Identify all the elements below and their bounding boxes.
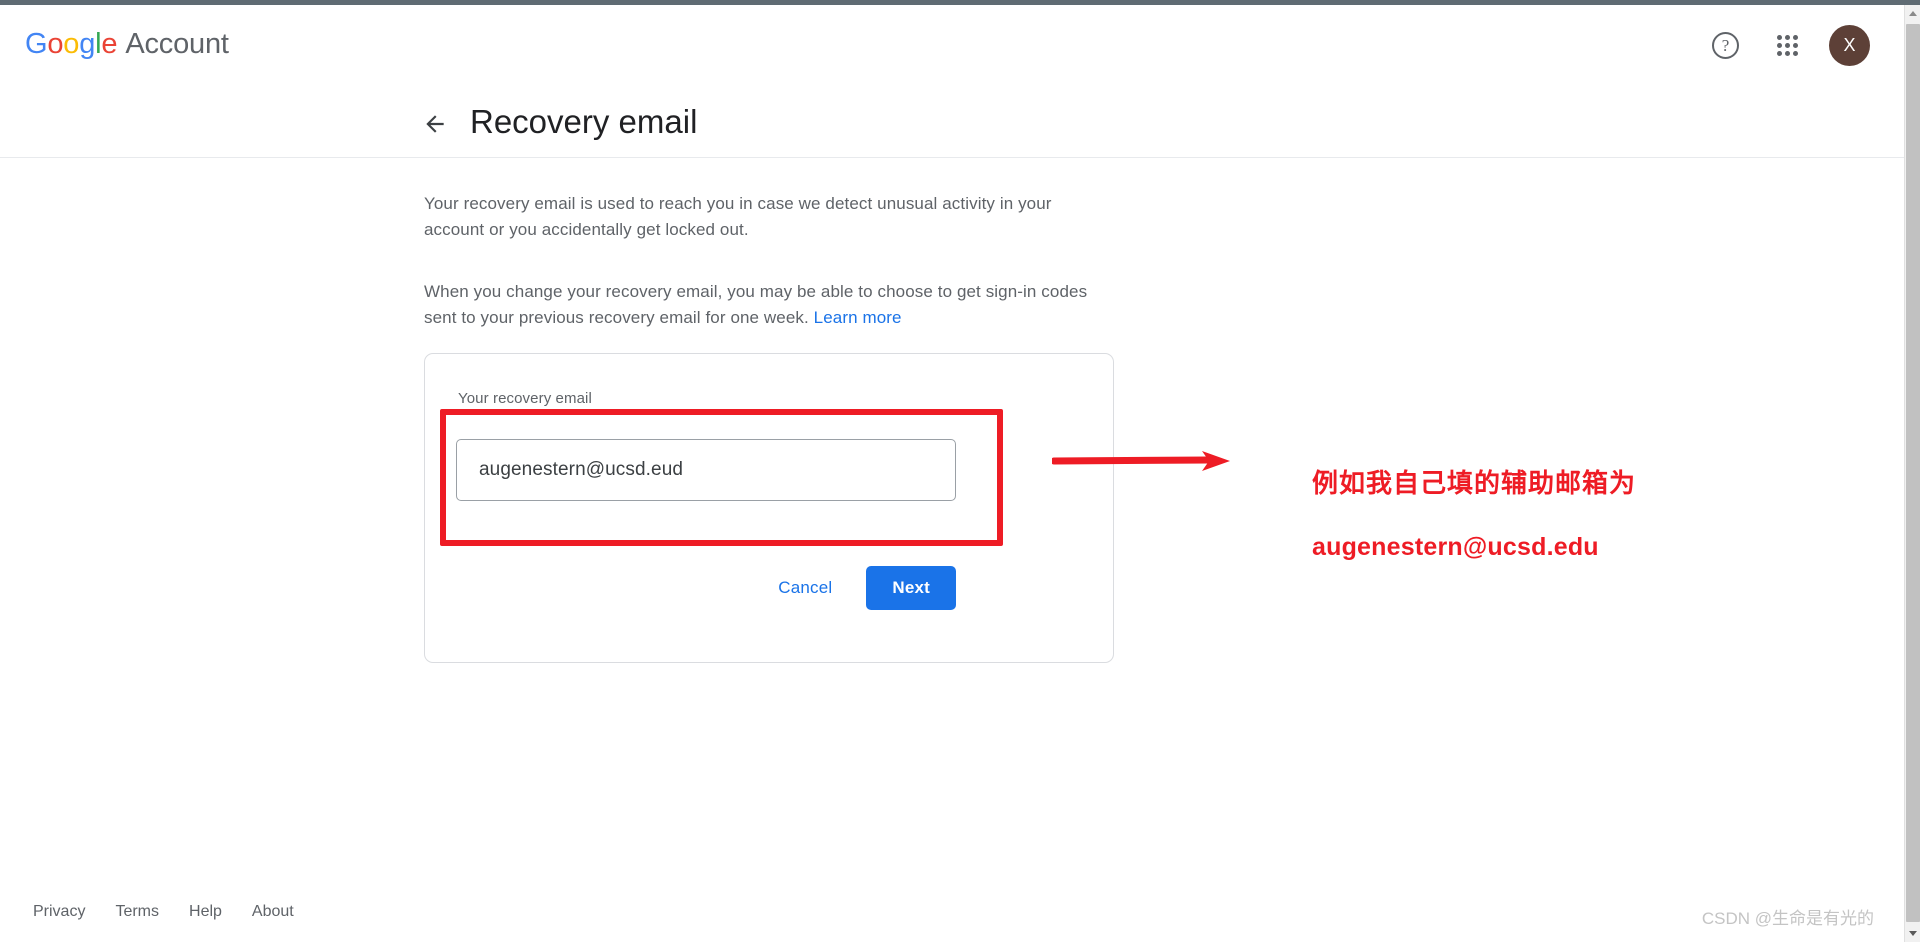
annotation-text-line-2: augenestern@ucsd.edu: [1312, 533, 1599, 561]
recovery-email-input[interactable]: [456, 439, 956, 501]
logo-letter-g2: g: [79, 28, 96, 60]
annotation-text-line-1: 例如我自己填的辅助邮箱为: [1312, 468, 1637, 498]
description-paragraph-2-text: When you change your recovery email, you…: [424, 282, 1088, 327]
recovery-email-card: Your recovery email Cancel Next: [424, 353, 1114, 663]
footer-link-terms[interactable]: Terms: [115, 903, 159, 921]
avatar[interactable]: X: [1829, 25, 1870, 66]
question-mark-icon: ?: [1712, 32, 1739, 59]
csdn-watermark: CSDN @生命是有光的: [1701, 909, 1874, 928]
next-button[interactable]: Next: [866, 566, 956, 610]
app-header: Google Account ? X: [0, 5, 1904, 86]
apps-grid-icon: [1777, 35, 1798, 56]
footer-link-help[interactable]: Help: [189, 903, 222, 921]
google-apps-button[interactable]: [1767, 25, 1808, 66]
page-viewport: Google Account ? X Recovery email Your r…: [0, 5, 1904, 942]
footer-link-privacy[interactable]: Privacy: [33, 903, 85, 921]
back-arrow-icon[interactable]: [420, 109, 450, 139]
logo-letter-e: e: [101, 28, 118, 60]
vertical-scrollbar[interactable]: [1904, 5, 1920, 942]
scrollbar-up-arrow-icon[interactable]: [1905, 5, 1920, 22]
logo-letter-o2: o: [63, 28, 80, 60]
description-paragraph-1: Your recovery email is used to reach you…: [424, 194, 1052, 239]
header-actions: ? X: [1705, 25, 1870, 66]
footer-links: Privacy Terms Help About: [33, 903, 294, 921]
learn-more-link[interactable]: Learn more: [814, 308, 902, 327]
cancel-button[interactable]: Cancel: [762, 568, 848, 608]
logo-word-account: Account: [125, 28, 229, 60]
description-paragraph-2: When you change your recovery email, you…: [424, 279, 1114, 331]
recovery-email-field-label: Your recovery email: [458, 390, 592, 407]
footer-link-about[interactable]: About: [252, 903, 294, 921]
header-divider: [0, 157, 1904, 158]
page-title: Recovery email: [470, 103, 698, 140]
logo-letter-o1: o: [47, 28, 64, 60]
description-block: Your recovery email is used to reach you…: [424, 191, 1114, 331]
scrollbar-thumb[interactable]: [1906, 24, 1920, 922]
scrollbar-down-arrow-icon[interactable]: [1905, 925, 1920, 942]
page-title-row: Recovery email: [0, 93, 1904, 158]
help-button[interactable]: ?: [1705, 25, 1746, 66]
card-actions: Cancel Next: [425, 566, 1115, 610]
logo-letter-g: G: [25, 28, 48, 60]
google-account-logo[interactable]: Google Account: [25, 26, 229, 62]
